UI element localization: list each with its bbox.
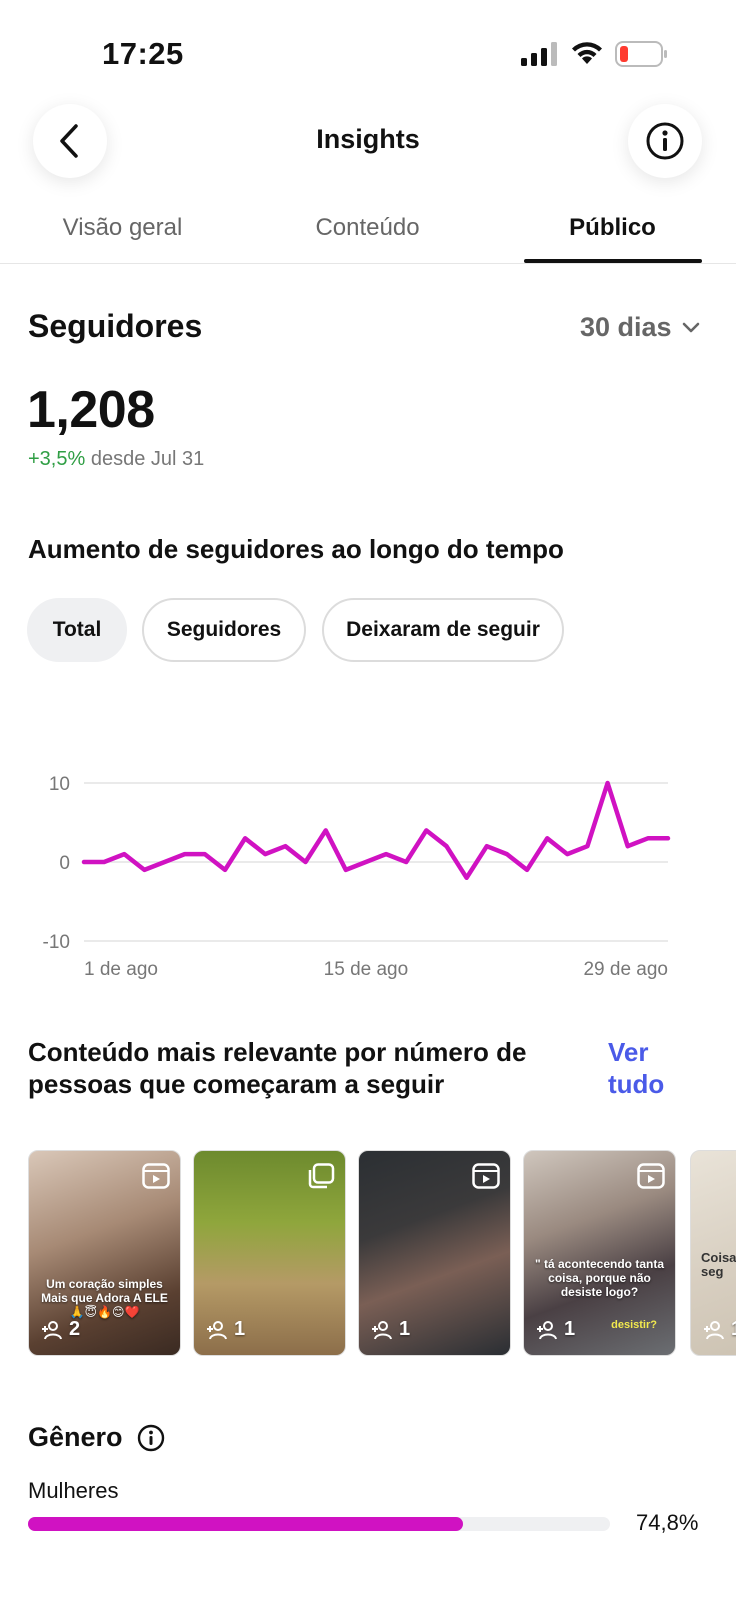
- follows-count: 1: [731, 1318, 736, 1341]
- info-button[interactable]: [628, 104, 702, 178]
- followers-count: 1,208: [27, 381, 155, 439]
- reel-icon: [637, 1163, 665, 1189]
- followers-growth-chart: 10 0 -10 1 de ago 15 de ago 29 de ago: [43, 774, 671, 980]
- add-person-icon: [207, 1320, 227, 1339]
- wifi-icon: [572, 42, 602, 64]
- content-thumbnail[interactable]: " tá acontecendo tanta coisa, porque não…: [523, 1150, 676, 1356]
- gender-women-label: Mulheres: [28, 1478, 119, 1503]
- follows-badge: 1: [536, 1318, 575, 1341]
- reel-icon: [472, 1163, 500, 1189]
- gender-title: Gênero: [28, 1422, 165, 1453]
- follows-badge: 2: [41, 1318, 80, 1341]
- growth-title: Aumento de seguidores ao longo do tempo: [28, 534, 564, 564]
- thumbnail-caption: Um coração simples Mais que Adora A ELE …: [41, 1277, 168, 1319]
- thumbnail-caption: " tá acontecendo tanta coisa, porque não…: [534, 1257, 665, 1299]
- relevant-content-title: Conteúdo mais relevante por número de pe…: [28, 1037, 527, 1099]
- follows-badge: 1: [206, 1318, 245, 1341]
- content-thumbnail[interactable]: 1: [193, 1150, 346, 1356]
- status-bar: 17:25: [0, 0, 736, 100]
- x-tick-label: 15 de ago: [324, 959, 409, 980]
- gender-women-percentage: 74,8%: [636, 1510, 699, 1535]
- date-range-label: 30 dias: [580, 312, 672, 342]
- content-thumbnail[interactable]: Um coração simples Mais que Adora A ELE …: [28, 1150, 181, 1356]
- follows-count: 2: [69, 1318, 81, 1340]
- add-person-icon: [537, 1320, 557, 1339]
- series-line: [81, 780, 671, 881]
- x-tick-label: 29 de ago: [583, 959, 668, 980]
- active-tab-indicator: [524, 259, 702, 263]
- chip-unfollowed[interactable]: Deixaram de seguir: [322, 598, 564, 662]
- follows-count: 1: [564, 1318, 576, 1340]
- y-tick-label: -10: [43, 932, 70, 953]
- chip-followers[interactable]: Seguidores: [142, 598, 306, 662]
- followers-title: Seguidores: [28, 308, 203, 344]
- delta-since: desde Jul 31: [90, 448, 205, 470]
- page-title: Insights: [316, 124, 420, 154]
- content-carousel: Um coração simples Mais que Adora A ELE …: [0, 1150, 736, 1358]
- battery-icon: [615, 41, 667, 67]
- chip-total[interactable]: Total: [27, 598, 127, 662]
- tab-content[interactable]: Conteúdo: [245, 214, 490, 242]
- carousel-icon: [308, 1163, 335, 1189]
- x-tick-label: 1 de ago: [84, 959, 158, 980]
- chevron-down-icon: [682, 322, 699, 332]
- thumbnail-caption: Coisa seg: [701, 1250, 736, 1279]
- tab-audience[interactable]: Público: [490, 214, 735, 242]
- reel-icon: [142, 1163, 170, 1189]
- header: Insights: [0, 100, 736, 190]
- status-time: 17:25: [102, 36, 184, 71]
- gender-women-bar: [28, 1517, 610, 1531]
- add-person-icon: [42, 1320, 62, 1339]
- add-person-icon: [372, 1320, 392, 1339]
- follows-badge: 1: [371, 1318, 410, 1341]
- cellular-signal-icon: [521, 42, 557, 66]
- info-icon[interactable]: [137, 1424, 165, 1452]
- content-thumbnail[interactable]: 1: [358, 1150, 511, 1356]
- see-all-link[interactable]: Ver tudo: [608, 1036, 688, 1100]
- follows-count: 1: [234, 1318, 246, 1340]
- info-icon: [646, 122, 684, 160]
- delta-percentage: +3,5%: [28, 448, 86, 470]
- tab-overview[interactable]: Visão geral: [0, 214, 245, 242]
- followers-delta: +3,5% desde Jul 31: [28, 448, 204, 471]
- tab-bar: Visão geral Conteúdo Público: [0, 200, 736, 264]
- date-range-select[interactable]: 30 dias: [580, 312, 700, 343]
- add-person-icon: [704, 1320, 724, 1339]
- y-tick-label: 0: [59, 853, 70, 874]
- follows-count: 1: [399, 1318, 411, 1340]
- thumbnail-caption-secondary: desistir?: [611, 1319, 657, 1331]
- gender-women-bar-fill: [28, 1517, 464, 1531]
- follows-badge: 1: [703, 1318, 736, 1341]
- content-thumbnail[interactable]: Coisa seg 1: [690, 1150, 736, 1356]
- gender-title-label: Gênero: [28, 1422, 123, 1452]
- y-tick-label: 10: [49, 774, 70, 795]
